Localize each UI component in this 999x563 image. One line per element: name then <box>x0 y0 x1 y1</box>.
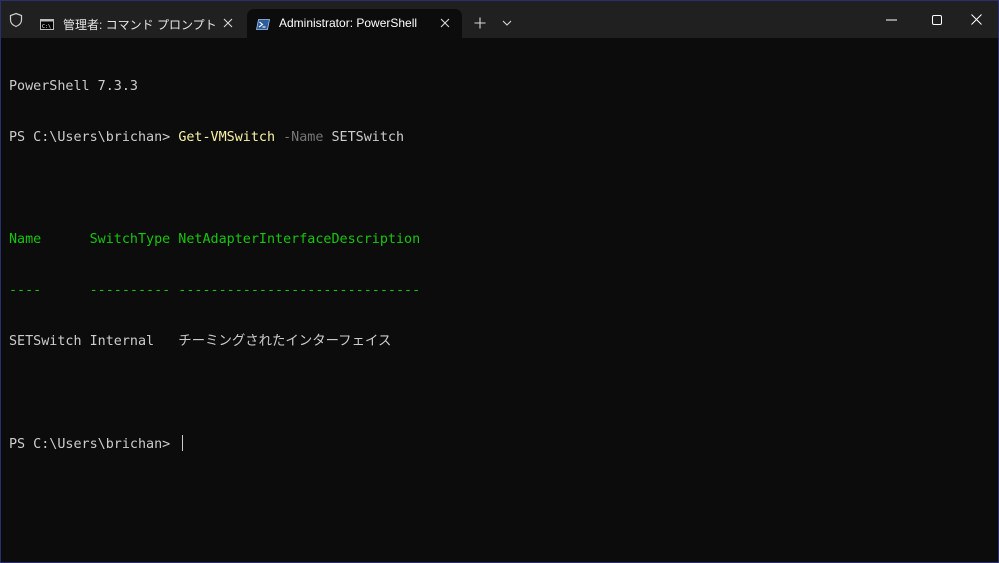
title-bar[interactable]: C:\ 管理者: コマンド プロンプト Administrator: Power… <box>1 1 998 38</box>
plus-icon[interactable] <box>471 14 489 32</box>
tab-command-prompt[interactable]: C:\ 管理者: コマンド プロンプト <box>31 9 245 38</box>
prompt-line[interactable]: PS C:\Users\brichan> <box>9 435 989 452</box>
close-icon[interactable] <box>438 16 452 30</box>
command-line: PS C:\Users\brichan> Get-VMSwitch -Name … <box>9 129 989 146</box>
cmdlet: Get-VMSwitch <box>178 130 276 145</box>
chevron-down-icon[interactable] <box>498 14 516 32</box>
tab-powershell[interactable]: Administrator: PowerShell <box>247 9 462 38</box>
tab-title: 管理者: コマンド プロンプト <box>63 18 217 32</box>
powershell-icon <box>256 17 270 30</box>
tab-title: Administrator: PowerShell <box>279 16 418 30</box>
close-icon[interactable] <box>953 1 998 38</box>
close-icon[interactable] <box>221 16 235 30</box>
minimize-icon[interactable] <box>868 1 914 38</box>
text-cursor <box>182 435 184 451</box>
shield-icon <box>8 12 24 28</box>
table-header: Name SwitchType NetAdapterInterfaceDescr… <box>9 232 421 247</box>
version-line: PowerShell 7.3.3 <box>9 79 138 94</box>
parameter: -Name <box>283 130 324 145</box>
terminal-output[interactable]: PowerShell 7.3.3 PS C:\Users\brichan> Ge… <box>9 44 989 554</box>
prompt: PS C:\Users\brichan> <box>9 130 179 145</box>
parameter-value: SETSwitch <box>331 130 405 145</box>
svg-text:C:\: C:\ <box>42 24 51 30</box>
terminal-window: C:\ 管理者: コマンド プロンプト Administrator: Power… <box>0 0 999 563</box>
prompt: PS C:\Users\brichan> <box>9 437 179 452</box>
table-separator: ---- ---------- ------------------------… <box>9 283 421 298</box>
cmd-icon: C:\ <box>40 17 54 30</box>
table-row: SETSwitch Internal チーミングされたインターフェイス <box>9 334 392 349</box>
